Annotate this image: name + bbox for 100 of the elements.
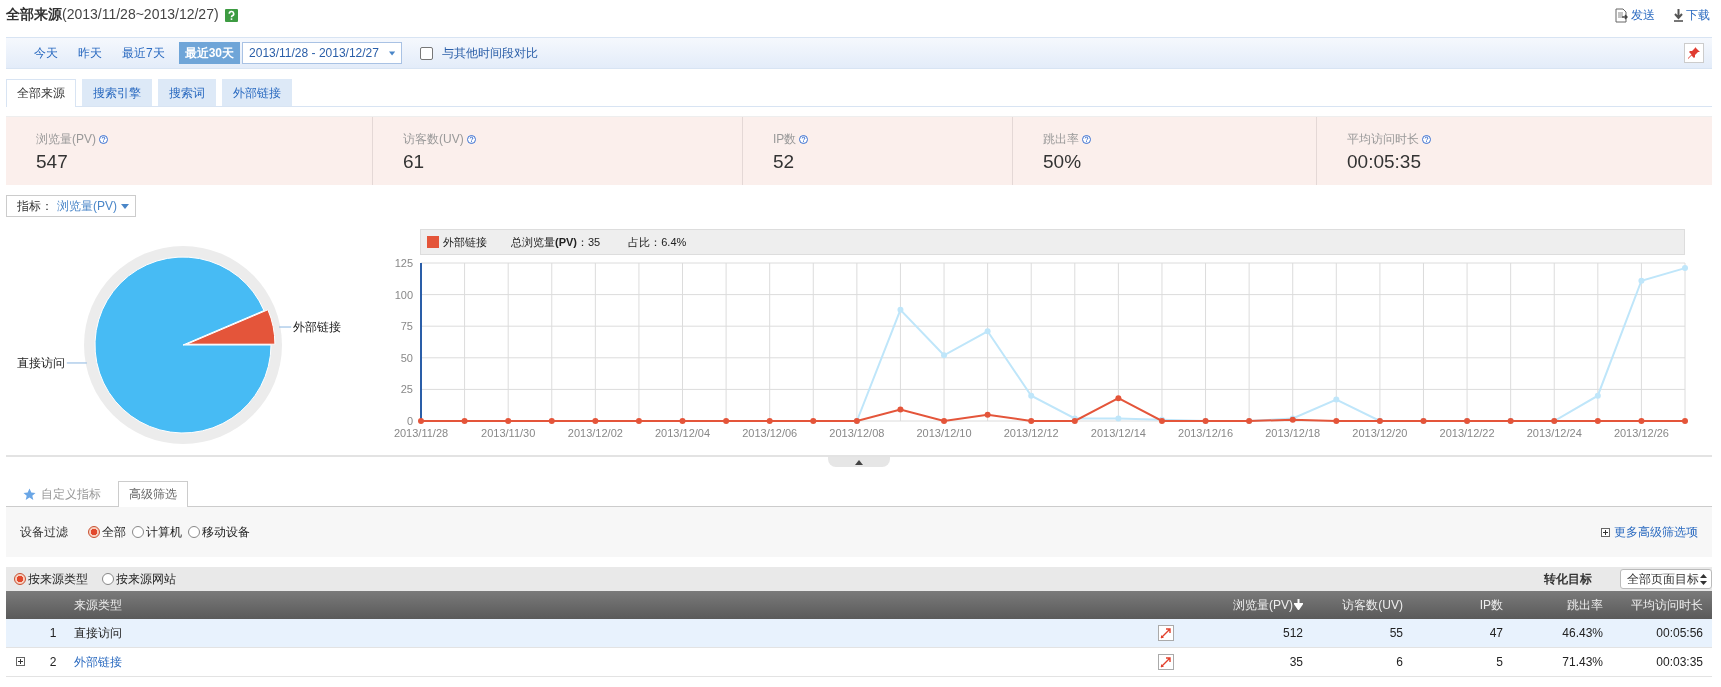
table-cell: 47 xyxy=(1412,619,1512,648)
radio-label: 按来源类型 xyxy=(28,570,88,588)
help-icon[interactable] xyxy=(99,135,108,144)
download-icon[interactable] xyxy=(1673,8,1684,22)
point xyxy=(1333,396,1340,403)
y-tick-label: 0 xyxy=(406,415,413,427)
pie-slice[interactable] xyxy=(186,309,276,345)
x-tick-label: 2013/12/12 xyxy=(1003,427,1059,439)
source-tab[interactable]: 全部来源 xyxy=(6,79,76,107)
point xyxy=(635,418,642,424)
slice-label: 直接访问 xyxy=(16,355,65,370)
panel-tab[interactable]: 自定义指标 xyxy=(12,481,112,506)
pin-button[interactable] xyxy=(1684,43,1704,63)
metric-value: 00:05:35 xyxy=(1347,151,1422,173)
table-row[interactable]: 2 外部链接 35 6 5 71.43% 00:03:35 xyxy=(6,647,1712,677)
help-icon[interactable] xyxy=(466,135,476,144)
source-tab[interactable]: 外部链接 xyxy=(222,79,292,106)
metric-label: 跳出率 xyxy=(1043,131,1079,148)
plus-box-icon[interactable] xyxy=(1601,527,1610,537)
date-range-dropdown[interactable]: 2013/11/28 - 2013/12/27 xyxy=(242,42,403,64)
x-tick-label: 2013/11/30 xyxy=(481,427,536,439)
radio-button[interactable] xyxy=(132,526,144,538)
panel-tab[interactable]: 高级筛选 xyxy=(118,481,188,507)
x-tick-label: 2013/12/18 xyxy=(1265,427,1321,439)
x-tick-label: 2013/12/08 xyxy=(829,427,885,439)
row-index: 1 xyxy=(34,619,72,648)
radio-button[interactable] xyxy=(102,573,114,585)
point xyxy=(897,306,904,313)
x-tick-label: 2013/12/04 xyxy=(655,427,711,439)
period-button[interactable]: 昨天 xyxy=(72,42,108,64)
source-link[interactable]: 外部链接 xyxy=(74,654,122,669)
x-tick-label: 2013/12/20 xyxy=(1352,427,1408,439)
table-cell: 35 xyxy=(1192,647,1312,677)
point xyxy=(1682,418,1688,424)
period-button[interactable]: 最近7天 xyxy=(116,42,171,64)
column-header[interactable]: 来源类型 xyxy=(74,597,122,612)
caret-icon[interactable] xyxy=(121,203,129,209)
period-button[interactable]: 今天 xyxy=(28,42,64,64)
download-link[interactable]: 下载 xyxy=(1673,6,1710,24)
point xyxy=(592,418,599,424)
y-tick-label: 25 xyxy=(400,383,413,396)
radio-label: 计算机 xyxy=(146,523,182,541)
table-cell: 46.43% xyxy=(1512,619,1612,648)
point xyxy=(1638,418,1645,424)
column-header[interactable]: 跳出率 xyxy=(1567,597,1603,612)
x-tick-label: 2013/12/22 xyxy=(1439,427,1495,439)
radio-label: 全部 xyxy=(102,523,126,541)
send-link[interactable]: 发送 xyxy=(1614,6,1655,24)
expand-icon[interactable] xyxy=(15,657,25,666)
point xyxy=(679,418,686,424)
goal-dropdown[interactable]: 全部页面目标 xyxy=(1620,569,1712,589)
source-tab[interactable]: 搜索引擎 xyxy=(82,79,152,106)
point xyxy=(941,352,948,359)
collapse-button[interactable] xyxy=(828,457,890,467)
trend-chart-icon[interactable] xyxy=(1158,654,1174,670)
point xyxy=(941,418,948,424)
point xyxy=(723,418,730,424)
caret-up-icon[interactable] xyxy=(855,459,863,465)
pie-slice[interactable] xyxy=(94,256,272,434)
point xyxy=(1115,395,1122,402)
point xyxy=(548,418,555,424)
compare-checkbox[interactable] xyxy=(420,46,434,60)
caret-icon[interactable] xyxy=(388,50,396,56)
sort-arrow-icon xyxy=(1294,598,1303,610)
y-tick-label: 75 xyxy=(400,320,413,333)
point xyxy=(1638,277,1645,284)
send-icon[interactable] xyxy=(1614,7,1629,23)
trend-chart-icon[interactable] xyxy=(1158,625,1174,641)
x-tick-label: 2013/12/24 xyxy=(1526,427,1582,439)
table-cell: 512 xyxy=(1192,619,1312,648)
indicator-dropdown[interactable]: 指标： 浏览量(PV) xyxy=(6,195,136,217)
metric-label: 浏览量(PV) xyxy=(36,131,96,148)
radio-button[interactable] xyxy=(14,573,26,585)
metric-value: 547 xyxy=(36,151,69,173)
help-icon[interactable] xyxy=(1082,135,1091,144)
point xyxy=(1028,418,1035,424)
column-header[interactable]: IP数 xyxy=(1479,597,1503,612)
radio-button[interactable] xyxy=(188,526,200,538)
help-icon[interactable] xyxy=(224,8,238,22)
help-icon[interactable] xyxy=(799,135,809,144)
period-button[interactable]: 最近30天 xyxy=(178,42,241,64)
point xyxy=(1594,418,1601,424)
point xyxy=(461,418,468,424)
filter-label: 设备过滤 xyxy=(20,523,68,541)
radio-button[interactable] xyxy=(88,526,100,538)
legend-series: 外部链接 xyxy=(443,234,487,250)
point xyxy=(810,418,817,424)
radio-label: 按来源网站 xyxy=(116,570,176,588)
more-filters-link[interactable]: 更多高级筛选项 xyxy=(1614,523,1698,541)
leader-line xyxy=(278,326,292,328)
page-title: 全部来源(2013/11/28~2013/12/27) xyxy=(6,6,219,24)
metric-label: 平均访问时长 xyxy=(1347,131,1419,148)
slice-label: 外部链接 xyxy=(293,320,342,335)
metric-value: 50% xyxy=(1043,151,1083,173)
table-cell: 5 xyxy=(1412,647,1512,677)
compare-label: 与其他时间段对比 xyxy=(442,44,539,62)
spinner-icon[interactable] xyxy=(1700,573,1707,585)
source-tab[interactable]: 搜索词 xyxy=(158,79,216,106)
help-icon[interactable] xyxy=(1422,135,1431,144)
metric-label: IP数 xyxy=(773,131,797,148)
